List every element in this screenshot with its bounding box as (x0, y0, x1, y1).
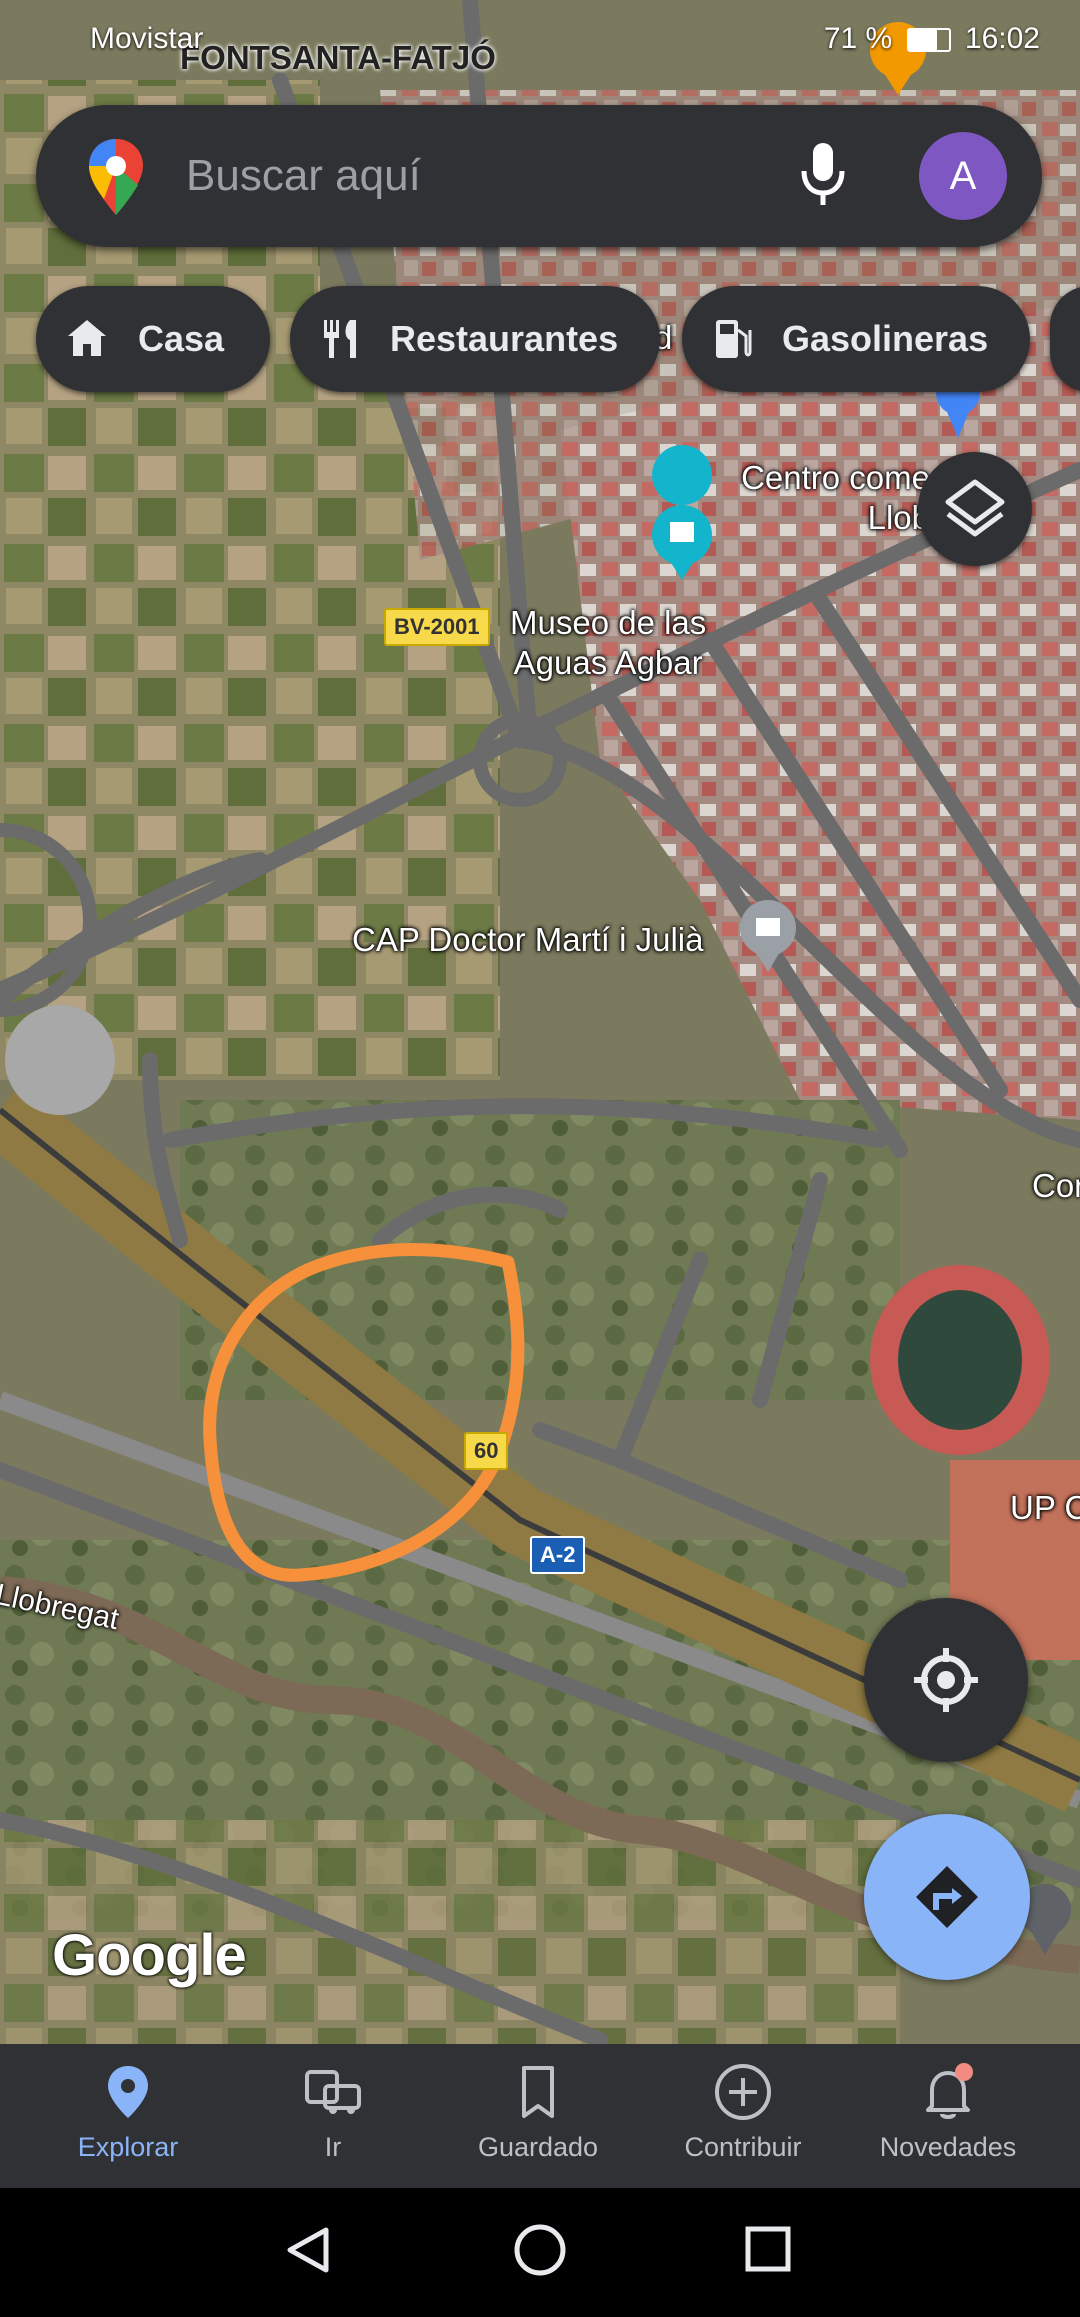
nav-explore[interactable]: Explorar (26, 2044, 230, 2188)
microphone-icon[interactable] (798, 135, 848, 215)
road-shield-a2: A-2 (530, 1536, 586, 1574)
chip-gas-stations[interactable]: Gasolineras (682, 286, 1030, 392)
nav-contribute[interactable]: Contribuir (641, 2044, 845, 2188)
nav-commute-label: Ir (324, 2132, 342, 2162)
nav-updates[interactable]: Novedades (846, 2044, 1050, 2188)
map-label-clinic[interactable]: CAP Doctor Martí i Julià (352, 920, 704, 960)
nav-saved-label: Guardado (477, 2132, 599, 2162)
map-label-museum[interactable]: Museo de las Aguas Agbar (510, 603, 706, 683)
recents-button-icon (745, 2226, 791, 2272)
directions-icon (916, 1866, 978, 1928)
nav-explore-label: Explorar (77, 2132, 179, 2162)
search-input[interactable]: Buscar aquí (186, 151, 421, 201)
chip-restaurants[interactable]: Restaurantes (290, 286, 660, 392)
home-button-icon (514, 2224, 566, 2276)
bookmark-icon (522, 2066, 554, 2118)
directions-button[interactable] (864, 1814, 1030, 1980)
home-icon (68, 320, 106, 356)
clock-label: 16:02 (964, 22, 1040, 55)
google-maps-logo-icon (89, 139, 143, 215)
nav-updates-label: Novedades (879, 2132, 1017, 2162)
crosshair-icon (914, 1648, 978, 1712)
bell-icon (926, 2063, 973, 2119)
my-location-button[interactable] (864, 1598, 1028, 1762)
layers-button[interactable] (918, 452, 1032, 566)
map-label-mall[interactable]: Centro come Llob (730, 458, 930, 538)
nav-saved[interactable]: Guardado (436, 2044, 640, 2188)
google-watermark: Google (52, 1923, 247, 1988)
road-shield-60: 60 (464, 1432, 509, 1470)
search-bar[interactable]: Buscar aquí A (36, 105, 1042, 247)
bottom-navigation: Explorar Ir Guardado Contribuir Novedade… (0, 2044, 1080, 2188)
chip-restaurants-label: Restaurantes (390, 318, 619, 359)
commute-icon (305, 2070, 361, 2114)
battery-icon (906, 28, 951, 53)
battery-label: 71 % (823, 22, 893, 55)
account-avatar[interactable]: A (919, 132, 1007, 220)
chip-gas-stations-label: Gasolineras (782, 318, 989, 359)
road-shield-bv2001: BV-2001 (384, 608, 490, 646)
fork-knife-icon (324, 320, 356, 358)
fuel-icon (716, 320, 752, 358)
chip-home-label: Casa (138, 318, 225, 359)
add-circle-icon (715, 2064, 771, 2120)
nav-commute[interactable]: Ir (231, 2044, 435, 2188)
nav-contribute-label: Contribuir (684, 2132, 802, 2162)
map-label-edge-right-1: Cor (1032, 1167, 1080, 1204)
layers-icon (945, 479, 1005, 537)
explore-pin-icon (108, 2066, 148, 2118)
status-bar: Movistar 71 % 16:02 (0, 0, 1080, 80)
chip-home[interactable]: Casa (36, 286, 270, 392)
map-label-edge-right-2: UP C (1010, 1489, 1080, 1526)
system-navigation-bar (0, 2188, 1080, 2312)
back-button-icon (287, 2227, 329, 2273)
status-right: 71 % 16:02 (824, 22, 1040, 56)
carrier-label: Movistar (90, 22, 204, 55)
